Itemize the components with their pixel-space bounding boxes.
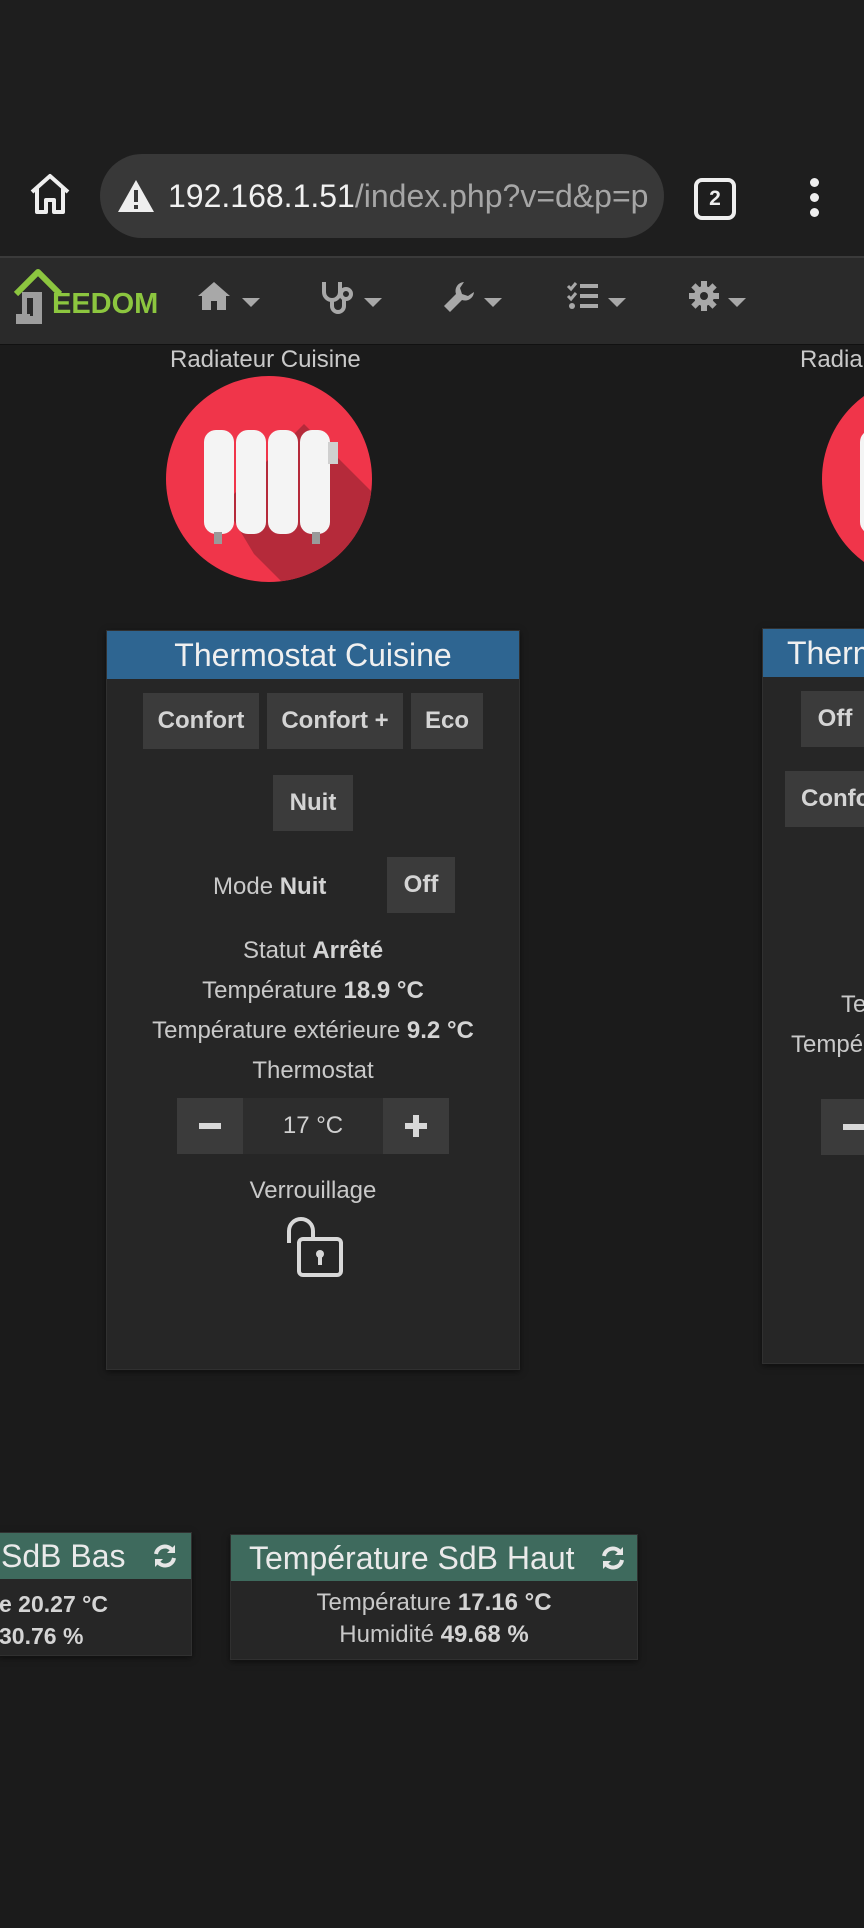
radiator-label: Radiateur Cuisine [170, 346, 361, 373]
caret-down-icon [608, 298, 626, 307]
temperature-line: Température 18.9 °C [107, 977, 519, 1005]
ext-temperature-line: Température extérieure 9.2 °C [107, 1017, 519, 1045]
widget-title-partial[interactable]: Therm [763, 629, 864, 677]
stethoscope-icon [322, 282, 353, 314]
mode-value: Nuit [279, 873, 327, 900]
sdb-haut-humidity-label: Humidité [339, 1621, 434, 1648]
refresh-icon[interactable] [151, 1542, 179, 1570]
wrench-icon [444, 282, 474, 312]
radiator-label-partial: Radia [800, 346, 863, 373]
minus-icon [843, 1124, 864, 1130]
nuit-button[interactable]: Nuit [273, 775, 353, 831]
home-icon [198, 282, 230, 310]
jeedom-logo[interactable]: EEDOM [8, 258, 158, 344]
thermostat-label: Thermostat [252, 1057, 374, 1084]
mode-label: Mode [213, 873, 274, 900]
lock-label: Verrouillage [249, 1177, 377, 1204]
caret-down-icon [242, 298, 260, 307]
off-button-partial[interactable]: Off [801, 691, 864, 747]
sdb-bas-humidity: 30.76 % [0, 1623, 84, 1649]
nav-tasks-dropdown[interactable] [566, 276, 656, 326]
sdb-haut-title[interactable]: Température SdB Haut [231, 1535, 637, 1581]
unlock-icon[interactable] [281, 1215, 345, 1279]
thermostat-widget: Thermostat Cuisine Confort Confort + Eco… [106, 630, 520, 1370]
caret-down-icon [728, 298, 746, 307]
confort-button-partial[interactable]: Confo [785, 771, 864, 827]
logo-text: EEDOM [52, 288, 159, 320]
caret-down-icon [484, 298, 502, 307]
widget-title[interactable]: Thermostat Cuisine [107, 631, 519, 679]
url-path: /index.php?v=d&p=p [354, 178, 648, 214]
home-icon[interactable] [26, 170, 74, 218]
warning-icon[interactable] [116, 176, 156, 216]
setpoint-value[interactable]: 17 °C [243, 1098, 383, 1154]
more-menu-icon[interactable] [806, 174, 822, 222]
eco-button[interactable]: Eco [411, 693, 483, 749]
sdb-haut-humidity-value: 49.68 % [440, 1621, 529, 1648]
nav-home-dropdown[interactable] [196, 276, 286, 326]
list-check-icon [566, 282, 598, 309]
tab-count-button[interactable]: 2 [694, 178, 736, 220]
caret-down-icon [364, 298, 382, 307]
radiator-icon[interactable] [164, 374, 374, 584]
confort-plus-button[interactable]: Confort + [267, 693, 403, 749]
mode-line: Mode Nuit [213, 873, 326, 901]
plus-icon [405, 1115, 427, 1137]
browser-toolbar: 192.168.1.51/index.php?v=d&p=p 2 [0, 0, 864, 256]
sdb-haut-temperature-line: Température 17.16 °C [231, 1589, 637, 1617]
thermostat-widget-partial: Therm Off Confo Te Tempé [762, 628, 864, 1364]
nav-tools-dropdown[interactable] [442, 276, 532, 326]
increase-button[interactable] [383, 1098, 449, 1154]
sdb-haut-humidity-line: Humidité 49.68 % [231, 1621, 637, 1649]
sdb-haut-temperature-value: 17.16 °C [457, 1589, 552, 1616]
sdb-haut-temperature-label: Température [316, 1589, 452, 1616]
sdb-bas-temperature: e 20.27 °C [0, 1591, 108, 1617]
decrease-button-partial[interactable] [821, 1099, 864, 1155]
decrease-button[interactable] [177, 1098, 243, 1154]
sdb-bas-tile: SdB Bas e 20.27 °C 30.76 % [0, 1532, 192, 1656]
temperature-label-partial: Te [841, 991, 864, 1018]
address-bar[interactable]: 192.168.1.51/index.php?v=d&p=p [100, 154, 664, 238]
temperature-label: Température [202, 977, 337, 1004]
gear-icon [689, 281, 719, 311]
sdb-haut-tile: Température SdB Haut Température 17.16 °… [230, 1534, 638, 1660]
refresh-icon[interactable] [599, 1544, 627, 1572]
nav-health-dropdown[interactable] [320, 276, 410, 326]
off-button[interactable]: Off [387, 857, 455, 913]
temperature-value: 18.9 °C [343, 977, 424, 1004]
statut-label: Statut [242, 937, 306, 964]
minus-icon [199, 1123, 221, 1129]
confort-button[interactable]: Confort [143, 693, 259, 749]
ext-temperature-value: 9.2 °C [406, 1017, 474, 1044]
ext-temperature-label: Température extérieure [152, 1017, 401, 1044]
statut-value: Arrêté [312, 937, 384, 964]
ext-temperature-label-partial: Tempé [791, 1031, 864, 1058]
jeedom-navbar: EEDOM [0, 256, 864, 345]
statut-line: Statut Arrêté [107, 937, 519, 965]
nav-settings-dropdown[interactable] [688, 276, 778, 326]
url-text[interactable]: 192.168.1.51/index.php?v=d&p=p [168, 174, 648, 218]
url-host: 192.168.1.51 [168, 178, 355, 214]
radiator-icon-partial[interactable] [820, 374, 864, 584]
